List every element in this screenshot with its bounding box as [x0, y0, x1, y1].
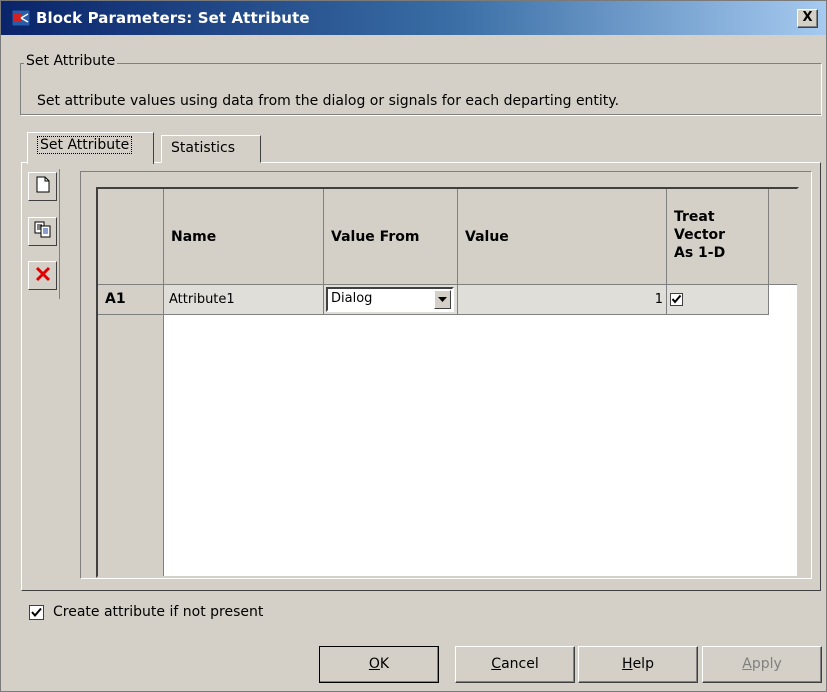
ok-button[interactable]: OK	[319, 646, 439, 683]
window-title: Block Parameters: Set Attribute	[36, 9, 310, 27]
new-row-icon	[36, 176, 50, 197]
tab-label: Statistics	[171, 140, 235, 156]
value-from-cell: Dialog	[324, 285, 458, 315]
apply-button[interactable]: Apply	[702, 646, 822, 683]
title-bar[interactable]: Block Parameters: Set Attribute X	[1, 1, 826, 35]
value-cell[interactable]: 1	[458, 285, 667, 315]
tab-set-attribute[interactable]: Set Attribute	[27, 132, 154, 164]
attribute-table[interactable]: Name Value From Value Treat Vector As 1-…	[96, 187, 799, 578]
close-button[interactable]: X	[797, 9, 818, 28]
checkmark-icon	[31, 607, 42, 617]
help-button[interactable]: Help	[578, 646, 698, 683]
header-corner	[98, 189, 164, 285]
checkmark-icon	[671, 294, 682, 304]
groupbox-legend: Set Attribute	[24, 53, 118, 69]
table-body: Name Value From Value Treat Vector As 1-…	[98, 189, 797, 576]
dialog-window: Block Parameters: Set Attribute X Set At…	[0, 0, 827, 692]
add-row-button[interactable]	[28, 172, 57, 201]
create-attribute-option[interactable]: Create attribute if not present	[29, 604, 263, 620]
value-from-dropdown[interactable]: Dialog	[326, 287, 454, 312]
dropdown-value: Dialog	[331, 291, 373, 306]
table-header: Name Value From Value Treat Vector As 1-…	[98, 189, 797, 285]
tab-label: Set Attribute	[37, 136, 133, 154]
treat-vector-checkbox[interactable]	[670, 293, 683, 306]
row-header[interactable]: A1	[98, 285, 164, 315]
create-attribute-checkbox[interactable]	[29, 604, 44, 620]
treat-vector-cell	[667, 285, 769, 315]
close-icon: X	[802, 10, 813, 25]
copy-row-icon	[34, 221, 51, 242]
column-header-treat-vector[interactable]: Treat Vector As 1-D	[667, 189, 769, 285]
block-description: Set attribute values using data from the…	[37, 93, 620, 109]
table-row[interactable]: A1 Attribute1 Dialog 1	[98, 285, 769, 315]
cancel-button[interactable]: Cancel	[455, 646, 575, 683]
chevron-down-icon[interactable]	[434, 290, 451, 309]
simulink-block-icon	[11, 9, 31, 27]
column-header-value[interactable]: Value	[458, 189, 667, 285]
delete-row-icon	[35, 266, 51, 286]
delete-row-button[interactable]	[28, 261, 57, 290]
column-header-value-from[interactable]: Value From	[324, 189, 458, 285]
create-attribute-label: Create attribute if not present	[53, 604, 264, 620]
column-header-name[interactable]: Name	[164, 189, 324, 285]
attribute-name-cell[interactable]: Attribute1	[164, 285, 324, 315]
copy-row-button[interactable]	[28, 217, 57, 246]
tab-statistics[interactable]: Statistics	[161, 135, 261, 163]
